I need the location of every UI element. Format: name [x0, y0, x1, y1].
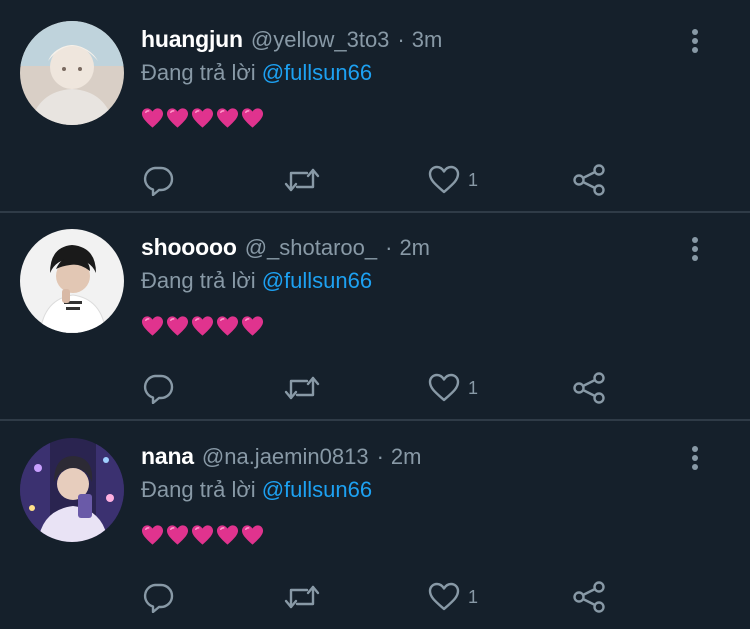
more-options-button[interactable] [683, 26, 707, 56]
avatar[interactable] [20, 21, 124, 125]
reply-icon [143, 166, 174, 196]
share-icon [573, 581, 605, 613]
heart-emoji [241, 108, 264, 128]
heart-emoji [191, 108, 214, 128]
reply-item[interactable]: nana @na.jaemin0813 · 2m Đang trả lời @fu… [0, 417, 750, 625]
reply-text [141, 107, 264, 133]
like-count: 1 [468, 586, 479, 607]
heart-emoji [216, 316, 239, 336]
more-options-button[interactable] [683, 443, 707, 473]
timestamp[interactable]: 3m [412, 27, 443, 53]
replying-to: Đang trả lời @fullsun66 [141, 477, 372, 503]
like-icon [428, 582, 460, 611]
heart-emoji [166, 316, 189, 336]
reply-item[interactable]: shooooo @_shotaroo_ · 2m Đang trả lời @fu… [0, 208, 750, 416]
heart-emoji [191, 525, 214, 545]
like-icon [428, 165, 460, 194]
reply-icon [143, 374, 174, 404]
heart-emoji [216, 108, 239, 128]
reply-button[interactable] [142, 368, 174, 408]
reply-text [141, 524, 264, 550]
reply-header: nana @na.jaemin0813 · 2m [141, 443, 421, 475]
heart-emoji [141, 525, 164, 545]
separator-dot: · [376, 444, 384, 469]
like-button[interactable]: 1 [428, 368, 478, 408]
timestamp[interactable]: 2m [399, 235, 430, 261]
action-bar: 1 [0, 160, 750, 200]
heart-emoji [141, 316, 164, 336]
reply-text [141, 315, 264, 341]
separator-dot: · [397, 27, 405, 52]
action-bar: 1 [0, 368, 750, 408]
heart-emoji [141, 108, 164, 128]
more-options-icon [692, 446, 698, 470]
more-options-button[interactable] [683, 234, 707, 264]
more-options-icon [692, 29, 698, 53]
share-icon [573, 164, 605, 196]
display-name[interactable]: huangjun [141, 26, 243, 53]
heart-emoji [191, 316, 214, 336]
more-options-icon [692, 237, 698, 261]
retweet-icon [284, 168, 320, 192]
user-handle[interactable]: @_shotaroo_ [245, 235, 377, 261]
avatar[interactable] [20, 229, 124, 333]
mention-link[interactable]: @fullsun66 [262, 60, 372, 85]
share-button[interactable] [572, 368, 606, 408]
retweet-icon [284, 585, 320, 609]
share-icon [573, 372, 605, 404]
like-button[interactable]: 1 [428, 577, 478, 617]
share-button[interactable] [572, 577, 606, 617]
display-name[interactable]: nana [141, 443, 194, 470]
like-button[interactable]: 1 [428, 160, 478, 200]
replying-label: Đang trả lời [141, 268, 256, 293]
heart-emoji [241, 525, 264, 545]
like-count: 1 [468, 169, 479, 190]
action-bar: 1 [0, 577, 750, 617]
avatar[interactable] [20, 438, 124, 542]
reply-button[interactable] [142, 160, 174, 200]
reply-item[interactable]: huangjun @yellow_3to3 · 3m Đang trả lời @… [0, 0, 750, 208]
replying-label: Đang trả lời [141, 60, 256, 85]
reply-header: huangjun @yellow_3to3 · 3m [141, 26, 442, 58]
retweet-button[interactable] [283, 368, 321, 408]
user-handle[interactable]: @yellow_3to3 [251, 27, 390, 53]
share-button[interactable] [572, 160, 606, 200]
retweet-button[interactable] [283, 160, 321, 200]
mention-link[interactable]: @fullsun66 [262, 268, 372, 293]
heart-emoji [216, 525, 239, 545]
user-handle[interactable]: @na.jaemin0813 [202, 444, 369, 470]
mention-link[interactable]: @fullsun66 [262, 477, 372, 502]
replying-to: Đang trả lời @fullsun66 [141, 268, 372, 294]
separator-dot: · [385, 235, 393, 260]
replies-feed: huangjun @yellow_3to3 · 3m Đang trả lời @… [0, 0, 750, 629]
heart-emoji [166, 108, 189, 128]
like-icon [428, 373, 460, 402]
replying-to: Đang trả lời @fullsun66 [141, 60, 372, 86]
display-name[interactable]: shooooo [141, 234, 237, 261]
timestamp[interactable]: 2m [391, 444, 422, 470]
replying-label: Đang trả lời [141, 477, 256, 502]
heart-emoji [166, 525, 189, 545]
retweet-icon [284, 376, 320, 400]
like-count: 1 [468, 377, 479, 398]
reply-button[interactable] [142, 577, 174, 617]
retweet-button[interactable] [283, 577, 321, 617]
reply-icon [143, 583, 174, 613]
heart-emoji [241, 316, 264, 336]
reply-header: shooooo @_shotaroo_ · 2m [141, 234, 430, 266]
